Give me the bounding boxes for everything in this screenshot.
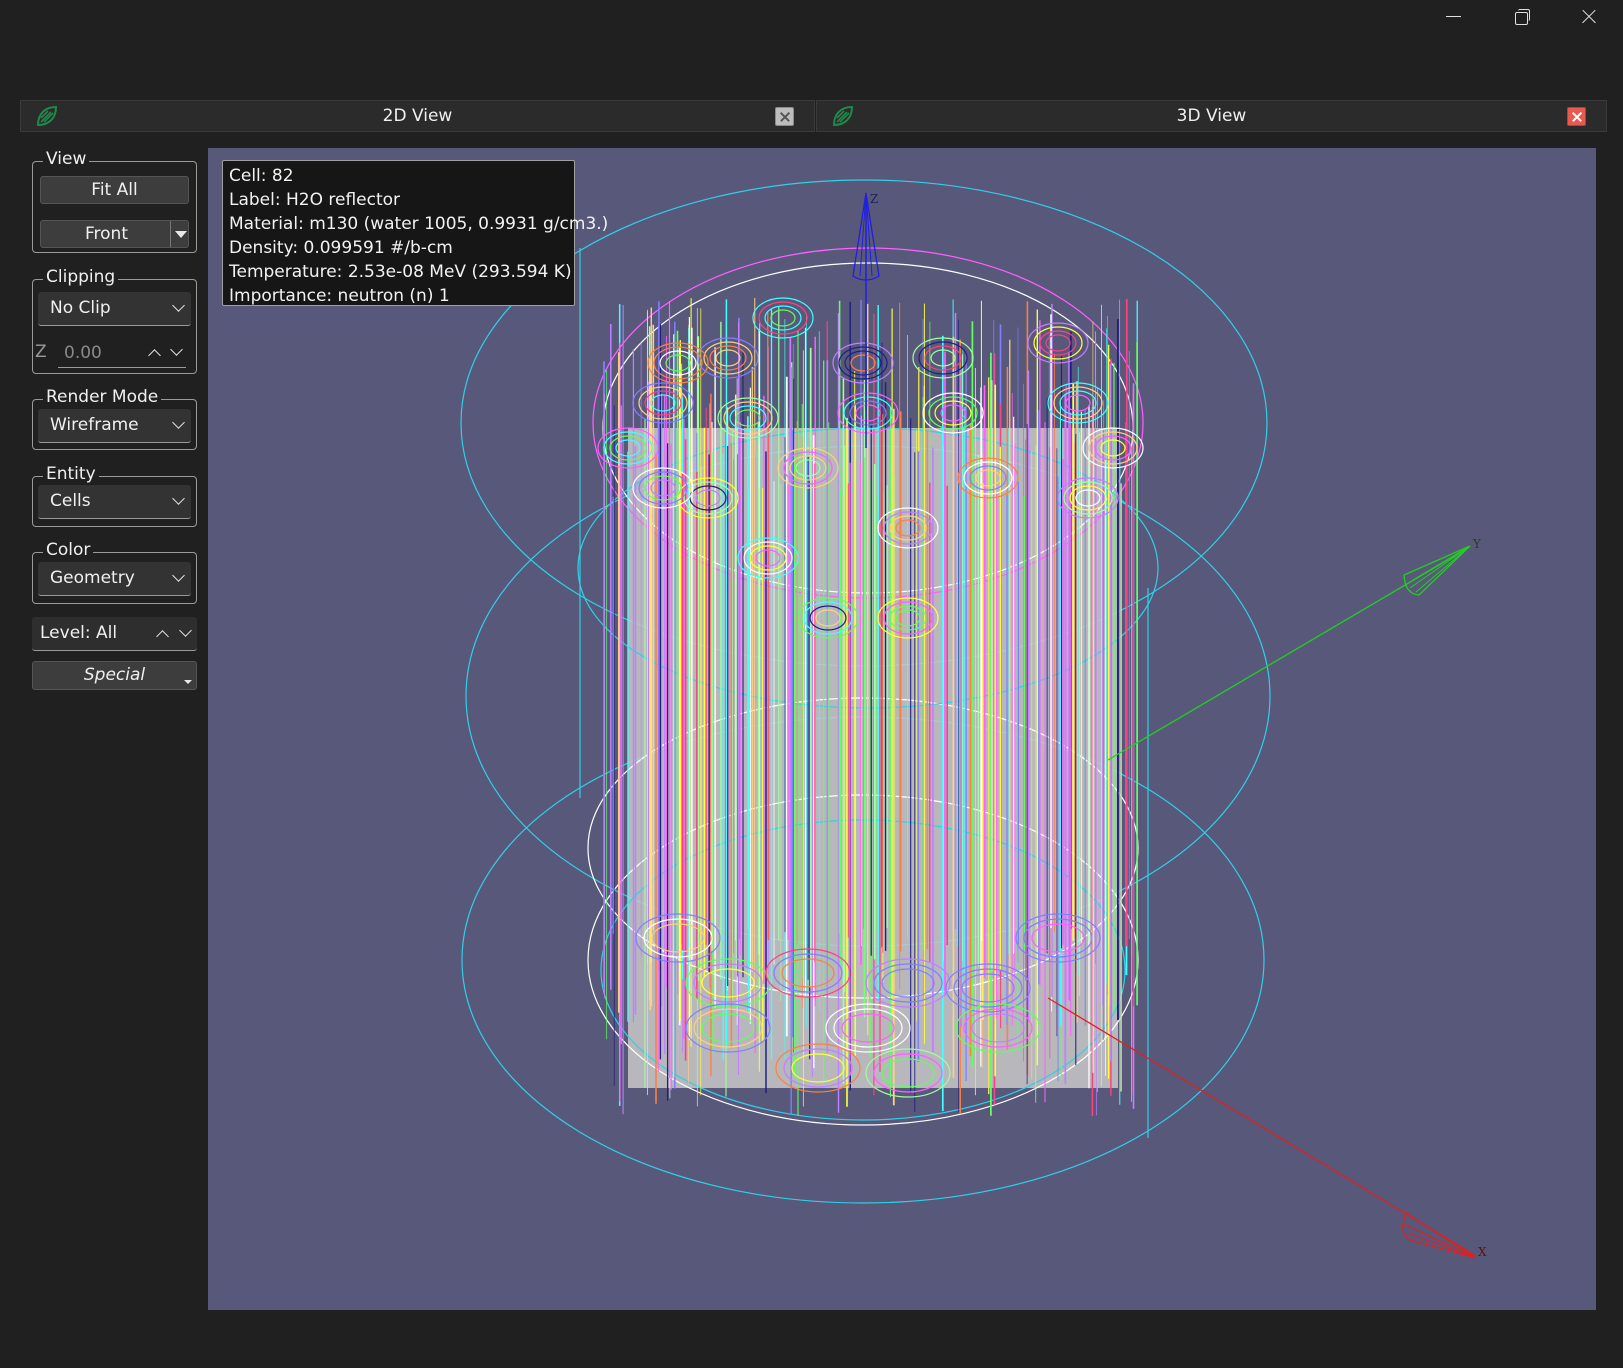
pin-ellipse: [838, 346, 888, 380]
view-direction-button[interactable]: Front: [40, 220, 189, 248]
color-title: Color: [43, 540, 94, 560]
x-axis-label: X: [1478, 1245, 1487, 1259]
direction-dropdown-icon[interactable]: [170, 221, 188, 247]
pin-ellipse: [632, 382, 694, 424]
tab-close-icon[interactable]: [1567, 107, 1586, 126]
tab-label: 3D View: [1176, 106, 1247, 126]
render-mode-value: Wireframe: [50, 415, 139, 435]
tooltip-cell: Cell: 82: [229, 166, 294, 186]
clip-mode-value: No Clip: [50, 298, 111, 318]
clip-value: 0.00: [64, 343, 102, 363]
view-group-title: View: [43, 149, 90, 169]
special-button[interactable]: Special: [32, 661, 197, 690]
color-select[interactable]: Geometry: [38, 562, 191, 596]
pin-ellipse: [715, 349, 741, 367]
3d-viewport[interactable]: Z Y X Cell: 82 Label: H2O reflector Materi…: [208, 148, 1596, 1310]
chevron-down-icon: [172, 416, 185, 429]
special-menu-icon: [184, 680, 192, 684]
clip-mode-select[interactable]: No Clip: [38, 292, 191, 326]
entity-group: Entity Cells: [32, 464, 197, 527]
tab-3d-view[interactable]: 3D View: [816, 100, 1607, 132]
level-value: Level: All: [40, 623, 118, 643]
render-mode-group: Render Mode Wireframe: [32, 387, 197, 450]
chevron-down-icon[interactable]: [170, 343, 183, 356]
special-label: Special: [83, 665, 146, 685]
clip-value-spinbox[interactable]: 0.00: [58, 338, 186, 368]
tab-label: 2D View: [382, 106, 453, 126]
chevron-down-icon: [172, 492, 185, 505]
entity-title: Entity: [43, 464, 99, 484]
chevron-down-icon: [172, 569, 185, 582]
chevron-up-icon[interactable]: [148, 349, 161, 362]
close-icon[interactable]: [1555, 0, 1623, 34]
tooltip-temperature: Temperature: 2.53e-08 MeV (293.594 K): [229, 262, 572, 282]
pin-ellipse: [770, 309, 796, 327]
pin-ellipse: [1045, 334, 1071, 352]
pin-ellipse: [1033, 326, 1083, 360]
pin-ellipse: [850, 354, 876, 372]
pin-ellipse: [650, 394, 676, 412]
render-mode-title: Render Mode: [43, 387, 162, 407]
entity-value: Cells: [50, 491, 91, 511]
z-axis-label: Z: [870, 192, 878, 206]
chevron-down-icon: [172, 299, 185, 312]
color-value: Geometry: [50, 568, 135, 588]
pin-ellipse: [758, 301, 808, 335]
tooltip-material: Material: m130 (water 1005, 0.9931 g/cm3…: [229, 214, 609, 234]
pin-ellipse: [703, 341, 753, 375]
chevron-down-icon[interactable]: [179, 624, 192, 637]
minimize-icon[interactable]: [1419, 0, 1487, 34]
y-axis-label: Y: [1472, 537, 1482, 551]
color-group: Color Geometry: [32, 540, 197, 604]
tab-2d-view[interactable]: 2D View: [20, 100, 815, 132]
clipping-group-title: Clipping: [43, 267, 119, 287]
pin-ellipse: [752, 297, 814, 339]
tab-close-icon[interactable]: [775, 107, 794, 126]
render-mode-select[interactable]: Wireframe: [38, 409, 191, 443]
z-axis-arrow: [859, 192, 873, 280]
tooltip-label: Label: H2O reflector: [229, 190, 401, 210]
view-direction-label: Front: [85, 224, 128, 244]
maximize-icon[interactable]: [1487, 0, 1555, 34]
view-group: View Fit All Front: [32, 149, 197, 253]
clip-axis-label: Z: [35, 342, 47, 362]
entity-select[interactable]: Cells: [38, 485, 191, 519]
clipping-group: Clipping No Clip Z 0.00: [32, 267, 197, 374]
tooltip-density: Density: 0.099591 #/b-cm: [229, 238, 453, 258]
chevron-up-icon[interactable]: [156, 630, 169, 643]
window-controls: [1419, 0, 1623, 34]
level-spinbox[interactable]: Level: All: [32, 617, 197, 651]
pin-ellipse: [832, 342, 894, 384]
wireframe-canvas: Z Y X: [460, 179, 1487, 1259]
fit-all-button[interactable]: Fit All: [40, 176, 189, 204]
x-axis-arrow: [1403, 1217, 1477, 1259]
cell-info-tooltip: Cell: 82 Label: H2O reflector Material: …: [222, 160, 609, 306]
tooltip-importance: Importance: neutron (n) 1: [229, 286, 450, 306]
